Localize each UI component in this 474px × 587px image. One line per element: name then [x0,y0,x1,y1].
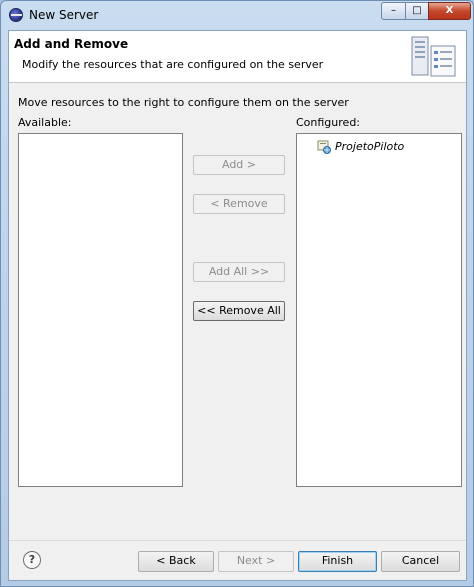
web-project-icon [317,140,331,154]
window-title: New Server [29,8,99,22]
help-icon[interactable]: ? [23,551,41,569]
maximize-button[interactable]: □ [405,2,429,20]
remove-all-button[interactable]: << Remove All [193,301,285,321]
back-button[interactable]: < Back [138,551,214,572]
eclipse-icon [9,8,23,22]
cancel-button[interactable]: Cancel [381,551,460,572]
dialog-content: Add and Remove Modify the resources that… [8,30,467,581]
footer-divider [9,540,466,541]
page-title: Add and Remove [14,37,129,51]
server-icon [411,36,456,77]
page-description: Modify the resources that are configured… [22,58,324,71]
configured-list[interactable]: ProjetoPiloto [296,133,462,487]
add-all-button[interactable]: Add All >> [193,262,285,282]
remove-button[interactable]: < Remove [193,194,285,214]
dialog-window: New Server – □ X Add and Remove Modify t… [0,0,474,587]
add-button[interactable]: Add > [193,155,285,175]
next-button[interactable]: Next > [218,551,294,572]
wizard-header: Add and Remove Modify the resources that… [9,31,466,83]
available-list[interactable] [18,133,183,487]
project-label: ProjetoPiloto [335,140,405,153]
available-label: Available: [18,116,72,129]
minimize-button[interactable]: – [381,2,406,20]
instruction-text: Move resources to the right to configure… [18,96,349,109]
finish-button[interactable]: Finish [298,551,377,572]
close-button[interactable]: X [428,2,471,20]
configured-label: Configured: [296,116,361,129]
title-bar[interactable]: New Server – □ X [1,1,473,29]
